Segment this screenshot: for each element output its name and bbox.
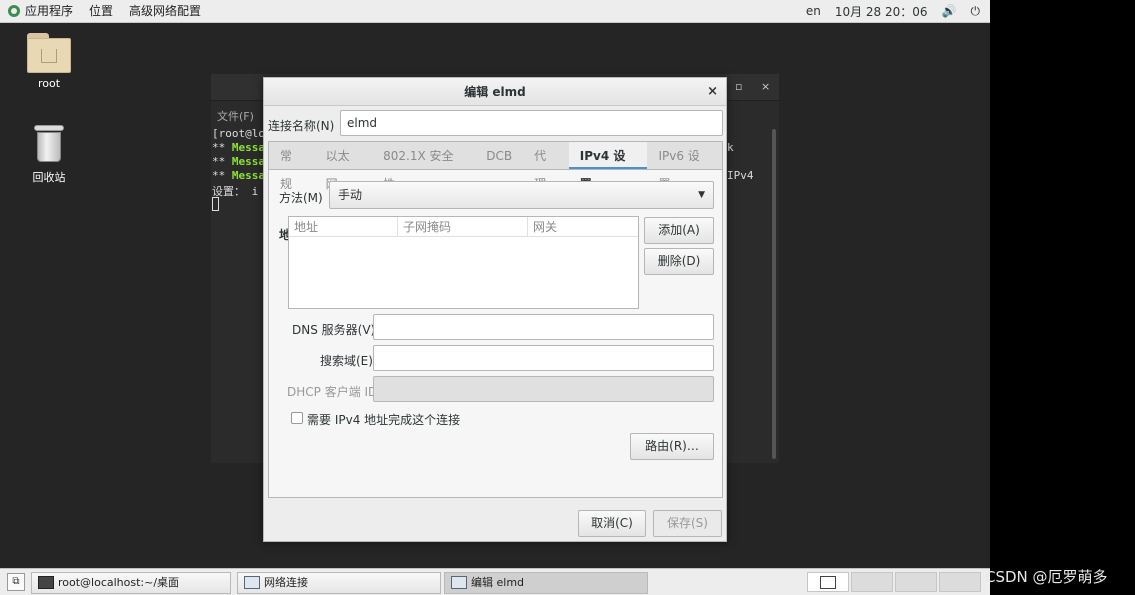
desktop-home-folder[interactable]: root xyxy=(9,33,89,90)
dns-servers-input[interactable] xyxy=(373,314,714,340)
settings-notebook: 常规 以太网 802.1X 安全性 DCB 代理 IPv4 设置 IPv6 设置… xyxy=(268,141,723,498)
trash-label: 回收站 xyxy=(32,171,66,184)
close-icon[interactable]: × xyxy=(761,80,770,93)
power-icon[interactable]: ⏻ xyxy=(971,4,981,19)
tab-dcb[interactable]: DCB xyxy=(475,142,523,169)
workspace-3[interactable] xyxy=(895,572,937,592)
taskbar-network-connections[interactable]: 网络连接 xyxy=(237,572,441,594)
workspace-4[interactable] xyxy=(939,572,981,592)
chevron-down-icon: ▼ xyxy=(698,190,705,200)
method-dropdown[interactable]: 手动 ▼ xyxy=(329,181,714,209)
keyboard-layout[interactable]: en xyxy=(806,4,821,18)
add-button[interactable]: 添加(A) xyxy=(644,217,714,244)
network-icon xyxy=(244,576,260,589)
table-header: 地址 子网掩码 网关 xyxy=(289,217,638,237)
dialog-titlebar[interactable]: 编辑 elmd × xyxy=(264,78,726,106)
terminal-cursor xyxy=(212,197,219,211)
save-button: 保存(S) xyxy=(653,510,722,537)
method-label: 方法(M) xyxy=(279,191,323,205)
taskbar-terminal[interactable]: root@localhost:~/桌面 xyxy=(31,572,231,594)
dhcp-client-id-input xyxy=(373,376,714,402)
places-menu[interactable]: 位置 xyxy=(81,0,121,23)
connection-name-label: 连接名称(N) xyxy=(268,119,335,133)
minimize-icon[interactable]: ▫ xyxy=(735,80,742,93)
delete-button[interactable]: 删除(D) xyxy=(644,248,714,275)
tab-proxy[interactable]: 代理 xyxy=(523,142,569,191)
taskbar-network-label: 网络连接 xyxy=(264,576,308,589)
applications-menu[interactable]: 应用程序 xyxy=(0,0,81,23)
clock[interactable]: 10月 28 20：06 xyxy=(835,3,928,20)
terminal-scrollbar[interactable] xyxy=(772,129,776,459)
top-panel: 应用程序 位置 高级网络配置 en 10月 28 20：06 🔊 ⏻ xyxy=(0,0,990,23)
terminal-icon xyxy=(38,576,54,589)
search-domains-label: 搜索域(E) xyxy=(320,354,373,368)
cancel-button[interactable]: 取消(C) xyxy=(578,510,646,537)
watermark: CSDN @厄罗萌多 xyxy=(985,568,1108,586)
dns-servers-label: DNS 服务器(V) xyxy=(292,323,376,337)
routes-button[interactable]: 路由(R)… xyxy=(630,433,714,460)
terminal-line: ** Messa xyxy=(212,155,265,168)
workspace-1[interactable] xyxy=(807,572,849,592)
terminal-line: ** Messa xyxy=(212,141,265,154)
taskbar-edit-label: 编辑 elmd xyxy=(471,576,525,589)
taskbar-edit-elmd[interactable]: 编辑 elmd xyxy=(444,572,648,594)
column-gateway[interactable]: 网关 xyxy=(528,217,638,236)
column-netmask[interactable]: 子网掩码 xyxy=(398,217,528,236)
taskbar-terminal-label: root@localhost:~/桌面 xyxy=(58,576,180,589)
dhcp-client-id-label: DHCP 客户端 ID xyxy=(287,385,378,399)
tab-8021x-security[interactable]: 802.1X 安全性 xyxy=(372,142,475,191)
dialog-title: 编辑 elmd xyxy=(464,85,526,99)
terminal-line: ** Messa xyxy=(212,169,265,182)
terminal-line-right: k xyxy=(727,141,734,154)
network-icon xyxy=(451,576,467,589)
tab-ipv4-settings[interactable]: IPv4 设置 xyxy=(568,142,648,191)
home-folder-icon xyxy=(27,33,71,73)
app-menu[interactable]: 高级网络配置 xyxy=(121,0,209,23)
require-ipv4-checkbox[interactable] xyxy=(291,412,303,424)
home-folder-label: root xyxy=(37,77,61,90)
connection-name-input[interactable]: elmd xyxy=(340,110,723,136)
tab-ethernet[interactable]: 以太网 xyxy=(315,142,372,191)
close-icon[interactable]: × xyxy=(707,78,718,106)
gnome-foot-icon xyxy=(8,4,20,17)
desktop-trash[interactable]: 回收站 xyxy=(9,125,89,185)
column-address[interactable]: 地址 xyxy=(289,217,398,236)
trash-icon xyxy=(34,125,64,163)
terminal-menu-file[interactable]: 文件(F) xyxy=(217,108,254,124)
tab-bar: 常规 以太网 802.1X 安全性 DCB 代理 IPv4 设置 IPv6 设置 xyxy=(269,142,722,191)
volume-icon[interactable]: 🔊 xyxy=(942,4,957,18)
show-desktop-icon[interactable]: ⧉ xyxy=(7,573,25,591)
address-table[interactable]: 地址 子网掩码 网关 xyxy=(288,216,639,309)
terminal-prompt: [root@lo xyxy=(212,127,265,140)
require-ipv4-label[interactable]: 需要 IPv4 地址完成这个连接 xyxy=(307,411,460,428)
search-domains-input[interactable] xyxy=(373,345,714,371)
applications-label: 应用程序 xyxy=(25,3,74,18)
tab-general[interactable]: 常规 xyxy=(269,142,315,191)
terminal-line-right: IPv4 xyxy=(727,169,754,182)
screen-edge xyxy=(990,0,1135,595)
window-list-bar: ⧉ root@localhost:~/桌面 网络连接 编辑 elmd xyxy=(0,568,990,595)
tab-ipv6-settings[interactable]: IPv6 设置 xyxy=(647,142,722,191)
workspace-2[interactable] xyxy=(851,572,893,592)
method-value: 手动 xyxy=(338,188,363,202)
edit-connection-dialog: 编辑 elmd × 连接名称(N) elmd 常规 以太网 802.1X 安全性… xyxy=(263,77,727,542)
